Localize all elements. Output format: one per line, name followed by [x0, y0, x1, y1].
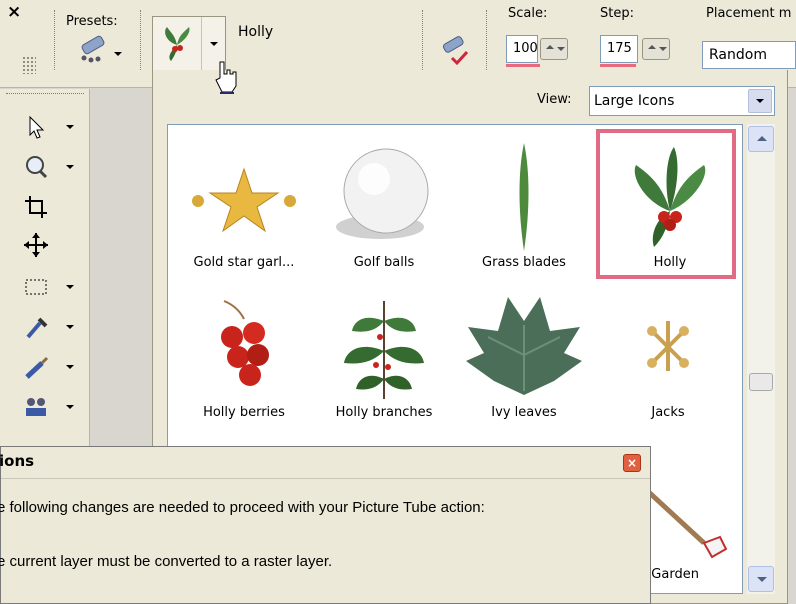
chevron-down-icon [66, 165, 74, 169]
holly-branch-icon [344, 301, 424, 399]
paint-brush-tool[interactable] [22, 353, 82, 383]
eyedropper-icon [26, 317, 48, 339]
tube-item-jacks[interactable]: Jacks [598, 283, 738, 433]
tube-item-label: Holly [653, 255, 687, 270]
toolbar-grip[interactable] [22, 56, 36, 74]
placement-label: Placement m [706, 6, 792, 21]
arrow-pointer-icon [29, 115, 45, 139]
scale-input[interactable]: 100 [506, 35, 538, 63]
scale-highlight [506, 64, 540, 67]
step-highlight [600, 64, 636, 67]
view-label: View: [537, 92, 572, 107]
chevron-down-icon[interactable] [210, 42, 218, 46]
scale-label: Scale: [508, 6, 548, 21]
tube-item-label: Holly berries [203, 405, 285, 420]
chevron-down-icon [66, 125, 74, 129]
presets-brush-icon [81, 35, 105, 63]
clone-brush-tool[interactable] [22, 393, 82, 423]
view-select-value: Large Icons [594, 93, 675, 109]
ivy-leaf-icon [466, 297, 582, 395]
chevron-down-icon [757, 577, 767, 582]
up-arrow-icon [546, 45, 554, 49]
scroll-down-button[interactable] [748, 566, 774, 592]
apply-brush-icon [442, 36, 469, 66]
step-label: Step: [600, 6, 634, 21]
move-tool[interactable] [22, 231, 82, 261]
conversion-dialog: ions × e following changes are needed to… [0, 446, 651, 604]
toolbar-separator [486, 10, 488, 70]
holly-icon [165, 27, 190, 61]
presets-button[interactable] [74, 34, 126, 70]
tube-item-ivy-leaves[interactable]: Ivy leaves [454, 283, 594, 433]
grid-scrollbar[interactable] [747, 124, 775, 594]
tube-item-golf-balls[interactable]: Golf balls [314, 133, 454, 283]
tube-item-label: Holly branches [335, 405, 433, 420]
split-divider [201, 17, 202, 71]
tube-item-holly-berries[interactable]: Holly berries [174, 283, 314, 433]
down-arrow-icon [557, 47, 565, 51]
toolbar-separator [422, 10, 424, 70]
up-arrow-icon [648, 45, 656, 49]
jacks-icon [647, 321, 689, 371]
tube-item-label: Golf balls [353, 255, 415, 270]
grass-blade-icon [519, 143, 529, 251]
tube-item-grass-blades[interactable]: Grass blades [454, 133, 594, 283]
down-arrow-icon [659, 47, 667, 51]
chevron-down-icon [66, 325, 74, 329]
toolbar-separator [140, 10, 142, 70]
gold-star-garland-icon [192, 167, 296, 233]
palette-grip[interactable] [6, 93, 84, 97]
chevron-down-icon [114, 52, 122, 56]
dialog-title: ions [0, 452, 35, 470]
paintbrush-icon [25, 356, 49, 379]
marquee-icon [25, 279, 47, 295]
selection-tool[interactable] [22, 273, 82, 303]
chevron-down-icon [66, 365, 74, 369]
placement-select[interactable]: Random [702, 41, 796, 69]
step-input[interactable]: 175 [600, 35, 638, 63]
magnifier-icon [26, 156, 48, 179]
view-dropdown-button[interactable] [748, 89, 772, 113]
tube-item-holly-branches[interactable]: Holly branches [314, 283, 454, 433]
hand-cursor-icon [215, 61, 237, 94]
dialog-message-line2: e current layer must be converted to a r… [0, 553, 333, 570]
tube-item-label: Grass blades [482, 255, 566, 270]
scale-stepper[interactable] [540, 38, 568, 60]
scroll-up-button[interactable] [748, 126, 774, 152]
chevron-down-icon [756, 99, 764, 103]
apply-button[interactable] [440, 36, 470, 69]
golf-ball-icon [336, 148, 429, 239]
scroll-thumb[interactable] [749, 373, 773, 391]
crop-icon [25, 196, 47, 218]
dialog-close-button[interactable]: × [623, 454, 641, 472]
chevron-down-icon [66, 285, 74, 289]
pick-tool[interactable] [22, 113, 82, 143]
chevron-up-icon [757, 136, 767, 141]
chevron-down-icon [66, 405, 74, 409]
toolbar-separator [54, 10, 56, 70]
crop-tool[interactable] [22, 193, 82, 223]
step-stepper[interactable] [642, 38, 670, 60]
dropper-tool[interactable] [22, 313, 82, 343]
clone-icon [26, 398, 46, 416]
tube-item-gold-star[interactable]: Gold star garl... [174, 133, 314, 283]
move-arrows-icon [24, 233, 48, 257]
tube-item-holly[interactable]: Holly [596, 129, 736, 279]
dialog-titlebar[interactable]: ions × [0, 447, 650, 479]
tube-item-label: Jacks [651, 405, 685, 420]
view-select[interactable]: Large Icons [589, 86, 775, 116]
pan-zoom-tool[interactable] [22, 153, 82, 183]
holly-berries-icon [221, 300, 269, 386]
holly-icon [634, 147, 706, 247]
close-toolbar-button[interactable]: × [7, 2, 21, 22]
tube-item-label: Gold star garl... [193, 255, 295, 270]
tube-name-label: Holly [238, 24, 274, 40]
presets-label: Presets: [66, 14, 118, 29]
dialog-message-line1: e following changes are needed to procee… [0, 499, 485, 516]
tube-item-label: Ivy leaves [491, 405, 557, 420]
